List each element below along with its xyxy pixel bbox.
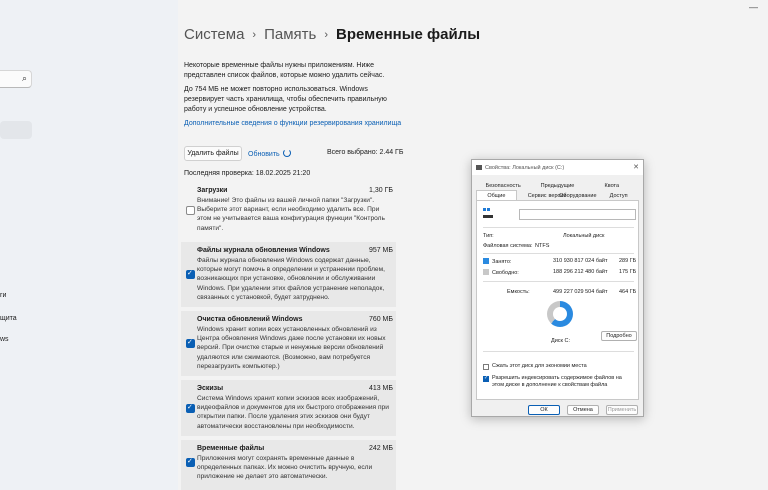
item-name: Файлы журнала обновления Windows (197, 247, 330, 254)
compress-checkbox[interactable] (483, 364, 489, 370)
item-description: Файлы журнала обновления Windows содержа… (197, 257, 385, 301)
intro-text: Некоторые временные файлы нужны приложен… (184, 62, 385, 79)
list-item[interactable]: Очистка обновлений Windows 760 МБ Window… (181, 311, 396, 376)
chevron-right-icon: › (324, 28, 329, 41)
checkbox[interactable] (186, 206, 195, 215)
tab-sharing[interactable]: Доступ (598, 190, 639, 200)
disk-properties-dialog: Свойства: Локальный диск (C:) ✕ Безопасн… (471, 159, 644, 417)
dialog-tabs: Безопасность Предыдущие версии Квота Общ… (476, 180, 639, 200)
refresh-icon (282, 149, 291, 157)
tab-hardware[interactable]: Оборудование (558, 190, 599, 200)
list-item[interactable]: Файлы журнала обновления Windows 957 МБ … (181, 242, 396, 307)
divider (483, 253, 634, 254)
checkbox[interactable] (186, 457, 195, 467)
volume-name-input[interactable] (519, 209, 636, 220)
used-row: Занято: 310 930 817 024 байт 289 ГБ (483, 258, 636, 265)
free-bytes: 188 296 212 480 байт (553, 269, 608, 275)
tab-general[interactable]: Общие (476, 190, 517, 200)
used-bytes: 310 930 817 024 байт (553, 258, 608, 264)
item-size: 413 МБ (368, 385, 393, 392)
item-size: 1,30 ГБ (369, 187, 393, 194)
item-description: Внимание! Это файлы из вашей личной папк… (197, 197, 385, 232)
tab-previous-versions[interactable]: Предыдущие версии (530, 180, 584, 199)
drive-icon (476, 165, 482, 170)
item-name: Загрузки (197, 187, 228, 194)
used-gb: 289 ГБ (619, 258, 637, 264)
breadcrumb: Система › Память › Временные файлы (184, 26, 480, 43)
tab-security[interactable]: Безопасность (476, 180, 530, 190)
item-name: Эскизы (197, 385, 224, 392)
disk-label: Диск C: (551, 338, 570, 344)
sidebar-item-fragment[interactable]: ги (0, 292, 6, 299)
item-size: 957 МБ (368, 247, 393, 254)
used-swatch (483, 258, 489, 264)
fs-row: Файловая система: NTFS (483, 243, 549, 249)
breadcrumb-storage[interactable]: Память (264, 26, 316, 43)
checkbox[interactable] (186, 269, 195, 279)
capacity-label: Емкость: (507, 289, 530, 295)
refresh-button[interactable]: Обновить (248, 149, 291, 158)
capacity-gb: 464 ГБ (619, 289, 637, 295)
tab-quota[interactable]: Квота (585, 180, 639, 190)
search-input[interactable]: ⌕ (0, 70, 32, 88)
fs-label: Файловая система: (483, 243, 533, 249)
list-item[interactable]: Загрузки 1,30 ГБ Внимание! Это файлы из … (181, 182, 396, 240)
item-name: Временные файлы (197, 445, 265, 452)
last-check-text: Последняя проверка: 18.02.2025 21:20 (184, 170, 311, 177)
item-description: Система Windows хранит копии эскизов все… (197, 395, 389, 430)
type-value: Локальный диск (563, 233, 605, 239)
checkbox[interactable] (186, 403, 195, 413)
close-icon[interactable]: ✕ (633, 163, 639, 171)
divider (483, 227, 634, 228)
item-size: 242 МБ (368, 445, 393, 452)
sidebar-item-fragment[interactable]: щита (0, 315, 17, 322)
search-icon: ⌕ (21, 73, 27, 83)
item-description: Windows хранит копии всех установленных … (197, 326, 386, 370)
free-label: Свободно: (492, 270, 519, 276)
reserved-storage-text: До 754 МБ не может повторно использовать… (184, 86, 387, 113)
divider (483, 351, 634, 352)
divider (483, 281, 634, 282)
type-row: Тип: Локальный диск (483, 233, 604, 239)
sidebar-selected-item[interactable] (0, 121, 32, 139)
navigation-sidebar: ⌕ ги щита ws (0, 0, 178, 490)
delete-files-button[interactable]: Удалить файлы (184, 146, 242, 161)
details-button[interactable]: Подробно (601, 331, 637, 341)
fs-value: NTFS (535, 243, 550, 249)
index-checkbox[interactable] (483, 375, 489, 382)
ok-button[interactable]: ОК (528, 405, 560, 415)
dialog-title: Свойства: Локальный диск (C:) (485, 164, 565, 171)
item-description: Приложения могут сохранять временные дан… (197, 455, 373, 481)
type-label: Тип: (483, 233, 494, 239)
tab-tools[interactable]: Сервис (517, 190, 558, 200)
list-item[interactable]: Временные файлы 242 МБ Приложения могут … (181, 440, 396, 490)
cancel-button[interactable]: Отмена (567, 405, 599, 415)
general-panel: Тип: Локальный диск Файловая система: NTFS… (476, 200, 639, 400)
minimize-button[interactable]: — (749, 2, 758, 12)
free-swatch (483, 269, 489, 275)
list-item[interactable]: Эскизы 413 МБ Система Windows хранит коп… (181, 380, 396, 436)
item-name: Очистка обновлений Windows (197, 316, 303, 323)
page-title: Временные файлы (336, 26, 481, 43)
free-row: Свободно: 188 296 212 480 байт 175 ГБ (483, 269, 636, 276)
breadcrumb-system[interactable]: Система (184, 26, 244, 43)
checkbox[interactable] (186, 338, 195, 348)
dialog-titlebar[interactable]: Свойства: Локальный диск (C:) (472, 160, 643, 175)
free-gb: 175 ГБ (619, 269, 637, 275)
chevron-right-icon: › (252, 28, 257, 41)
apply-button[interactable]: Применить (606, 405, 638, 415)
total-selected: Всего выбрано: 2.44 ГБ (327, 149, 404, 156)
sidebar-item-fragment[interactable]: ws (0, 336, 9, 343)
used-label: Занято: (492, 259, 512, 265)
compress-label: Сжать этот диск для экономии места (492, 363, 587, 369)
item-size: 760 МБ (368, 316, 393, 323)
capacity-bytes: 499 227 029 504 байт (553, 289, 608, 295)
disk-usage-donut (547, 301, 573, 327)
reserved-storage-link[interactable]: Дополнительные сведения о функции резерв… (184, 120, 401, 127)
index-label: Разрешить индексировать содержимое файло… (492, 375, 622, 388)
refresh-label: Обновить (248, 151, 280, 158)
drive-icon (483, 208, 493, 218)
